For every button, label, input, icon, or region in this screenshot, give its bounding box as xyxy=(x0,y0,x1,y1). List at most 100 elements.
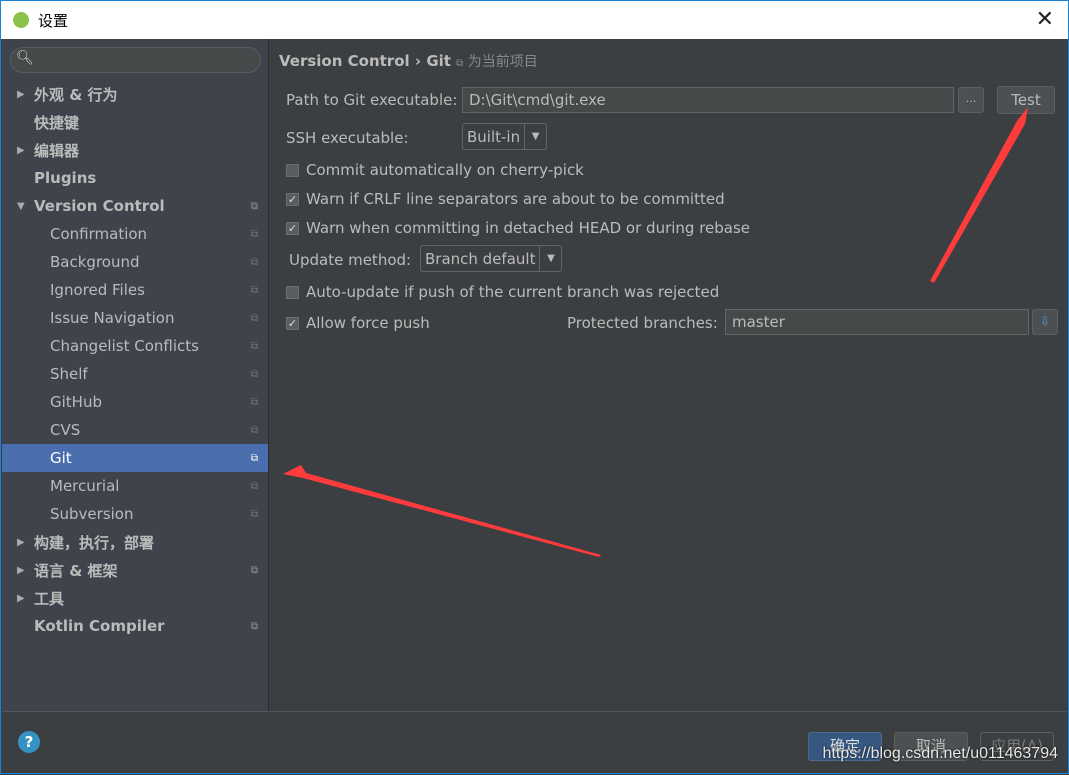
force-push-label: Allow force push xyxy=(306,314,430,332)
sidebar-item-label: 快捷键 xyxy=(34,113,80,132)
sidebar-item[interactable]: GitHub ⧉ xyxy=(2,388,268,416)
sidebar-item[interactable]: ▼ Version Control ⧉ xyxy=(2,192,268,220)
sidebar-item-label: 外观 & 行为 xyxy=(34,85,118,104)
settings-tree: ▶ 外观 & 行为 快捷键 ▶ 编辑器 Plugins ▼ Version Control ⧉ C… xyxy=(2,80,268,640)
auto-update-label: Auto-update if push of the current branc… xyxy=(306,283,720,301)
option-checkbox[interactable]: Commit automatically on cherry-pick xyxy=(286,161,584,179)
sidebar-item[interactable]: Confirmation ⧉ xyxy=(2,220,268,248)
sidebar-item[interactable]: Mercurial ⧉ xyxy=(2,472,268,500)
git-path-input[interactable]: D:\Git\cmd\git.exe xyxy=(462,87,954,113)
chevron-down-icon: ▼ xyxy=(524,124,546,149)
sidebar-item[interactable]: Changelist Conflicts ⧉ xyxy=(2,332,268,360)
chevron-right-icon[interactable]: ▶ xyxy=(17,593,25,604)
sidebar-item[interactable]: ▶ 工具 xyxy=(2,584,268,612)
checkbox-box[interactable] xyxy=(286,285,299,299)
project-copy-icon: ⧉ xyxy=(250,228,258,240)
android-studio-logo-icon xyxy=(13,12,29,28)
sidebar-item[interactable]: ▶ 构建，执行，部署 xyxy=(2,528,268,556)
git-settings-panel: Version Control › Git ⧉ 为当前项目 Path to Gi… xyxy=(270,39,1067,711)
load-branches-icon[interactable]: ⇩ xyxy=(1032,309,1058,335)
search-icon: 🔍︎ xyxy=(16,50,34,66)
sidebar-item-label: Shelf xyxy=(50,365,88,383)
sidebar-item-label: 工具 xyxy=(34,589,65,608)
project-copy-icon: ⧉ xyxy=(250,452,258,464)
chevron-down-icon[interactable]: ▼ xyxy=(17,201,25,212)
checkbox-label: Warn if CRLF line separators are about t… xyxy=(306,190,725,208)
project-copy-icon: ⧉ xyxy=(250,312,258,324)
sidebar-item[interactable]: ▶ 语言 & 框架 ⧉ xyxy=(2,556,268,584)
project-copy-icon: ⧉ xyxy=(456,58,464,69)
sidebar-item[interactable]: CVS ⧉ xyxy=(2,416,268,444)
path-label: Path to Git executable: xyxy=(286,91,458,109)
project-copy-icon: ⧉ xyxy=(250,200,258,212)
sidebar-item-label: Kotlin Compiler xyxy=(34,617,165,635)
sidebar-item-label: 语言 & 框架 xyxy=(34,561,118,580)
sidebar-item-label: CVS xyxy=(50,421,81,439)
project-copy-icon: ⧉ xyxy=(250,508,258,520)
test-button[interactable]: Test xyxy=(997,86,1055,114)
chevron-right-icon[interactable]: ▶ xyxy=(17,145,25,156)
protected-branches-input[interactable]: master xyxy=(725,309,1029,335)
sidebar-item-label: Git xyxy=(50,449,72,467)
update-method-label: Update method: xyxy=(289,251,412,269)
sidebar-item[interactable]: ▶ 编辑器 xyxy=(2,136,268,164)
project-copy-icon: ⧉ xyxy=(250,480,258,492)
chevron-right-icon[interactable]: ▶ xyxy=(17,537,25,548)
sidebar-item[interactable]: Background ⧉ xyxy=(2,248,268,276)
checkbox-label: Warn when committing in detached HEAD or… xyxy=(306,219,751,237)
sidebar-item-label: Plugins xyxy=(34,169,97,187)
breadcrumb-parent[interactable]: Version Control xyxy=(279,52,410,70)
sidebar-item-label: Mercurial xyxy=(50,477,120,495)
project-copy-icon: ⧉ xyxy=(250,368,258,380)
project-copy-icon: ⧉ xyxy=(250,256,258,268)
sidebar-item-label: Version Control xyxy=(34,197,165,215)
checkbox-box[interactable] xyxy=(286,163,299,177)
close-icon[interactable]: ✕ xyxy=(1036,7,1054,32)
sidebar-item-label: Background xyxy=(50,253,140,271)
search-input[interactable]: 🔍︎ xyxy=(10,47,261,73)
sidebar-item[interactable]: Ignored Files ⧉ xyxy=(2,276,268,304)
browse-button[interactable]: ... xyxy=(958,87,984,113)
sidebar-item[interactable]: Subversion ⧉ xyxy=(2,500,268,528)
project-copy-icon: ⧉ xyxy=(250,340,258,352)
protected-branches-label: Protected branches: xyxy=(567,314,718,332)
sidebar-item[interactable]: Plugins xyxy=(2,164,268,192)
project-note: 为当前项目 xyxy=(467,54,538,70)
sidebar: 🔍︎ ▶ 外观 & 行为 快捷键 ▶ 编辑器 Plugins ▼ Version Contro… xyxy=(2,39,269,711)
watermark: https://blog.csdn.net/u011463794 xyxy=(822,745,1058,762)
sidebar-item[interactable]: ▶ 外观 & 行为 xyxy=(2,80,268,108)
window-title: 设置 xyxy=(38,11,69,30)
ssh-executable-select[interactable]: Built-in ▼ xyxy=(462,123,548,150)
breadcrumb: Version Control › Git ⧉ 为当前项目 xyxy=(279,51,538,71)
project-copy-icon: ⧉ xyxy=(250,564,258,576)
ssh-label: SSH executable: xyxy=(286,129,409,147)
checkbox-box[interactable]: ✓ xyxy=(286,316,299,330)
sidebar-item[interactable]: Shelf ⧉ xyxy=(2,360,268,388)
help-icon[interactable]: ? xyxy=(18,731,40,753)
checkbox-box[interactable]: ✓ xyxy=(286,221,299,235)
ssh-value: Built-in xyxy=(467,127,521,146)
chevron-right-icon[interactable]: ▶ xyxy=(17,89,25,100)
project-copy-icon: ⧉ xyxy=(250,396,258,408)
breadcrumb-current: Git xyxy=(426,52,451,70)
sidebar-item-label: GitHub xyxy=(50,393,102,411)
option-checkbox[interactable]: ✓ Warn if CRLF line separators are about … xyxy=(286,190,725,208)
sidebar-item-label: Ignored Files xyxy=(50,281,145,299)
chevron-right-icon[interactable]: ▶ xyxy=(17,565,25,576)
sidebar-item[interactable]: Git ⧉ xyxy=(2,444,268,472)
option-checkbox[interactable]: ✓ Warn when committing in detached HEAD o… xyxy=(286,219,750,237)
update-method-value: Branch default xyxy=(425,249,536,268)
sidebar-item-label: Subversion xyxy=(50,505,134,523)
sidebar-item[interactable]: Issue Navigation ⧉ xyxy=(2,304,268,332)
chevron-down-icon: ▼ xyxy=(539,246,561,271)
checkbox-box[interactable]: ✓ xyxy=(286,192,299,206)
sidebar-item-label: Issue Navigation xyxy=(50,309,175,327)
project-copy-icon: ⧉ xyxy=(250,284,258,296)
auto-update-checkbox[interactable]: Auto-update if push of the current branc… xyxy=(286,283,719,301)
force-push-checkbox[interactable]: ✓ Allow force push xyxy=(286,314,430,332)
sidebar-item[interactable]: Kotlin Compiler ⧉ xyxy=(2,612,268,640)
sidebar-item[interactable]: 快捷键 xyxy=(2,108,268,136)
update-method-select[interactable]: Branch default ▼ xyxy=(420,245,563,272)
title-bar: 设置 ✕ xyxy=(1,1,1068,39)
sidebar-item-label: 构建，执行，部署 xyxy=(34,533,155,552)
